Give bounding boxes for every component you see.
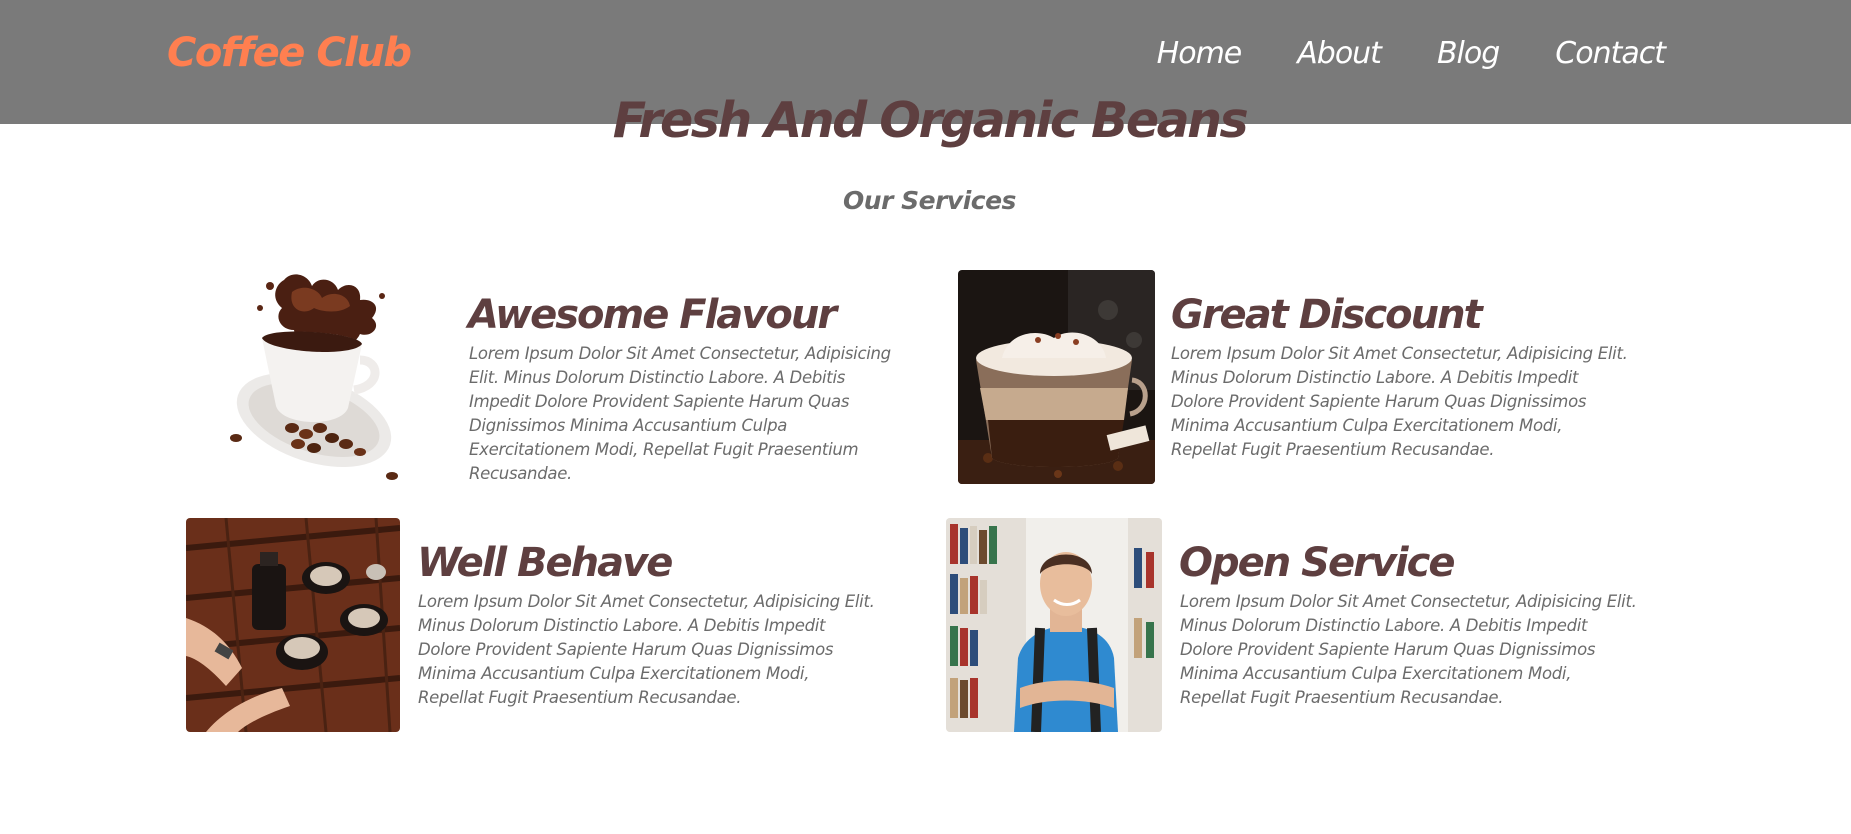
student-library-image: [946, 518, 1162, 732]
coffee-table-image: [186, 518, 400, 732]
nav-link-home[interactable]: Home: [1157, 36, 1243, 71]
card-title-well-behave: Well Behave: [417, 540, 673, 586]
card-text-great-discount: Lorem Ipsum Dolor Sit Amet Consectetur, …: [1171, 344, 1628, 459]
latte-glass-image: [958, 270, 1155, 484]
nav-link-about[interactable]: About: [1297, 36, 1382, 71]
card-title-open-service: Open Service: [1179, 540, 1455, 586]
card-text-well-behave: Lorem Ipsum Dolor Sit Amet Consectetur, …: [418, 592, 875, 707]
services-subtitle: Our Services: [843, 186, 1016, 215]
card-text-open-service: Lorem Ipsum Dolor Sit Amet Consectetur, …: [1180, 592, 1637, 707]
hero-title: Fresh And Organic Beans: [612, 92, 1249, 149]
nav-link-blog[interactable]: Blog: [1437, 36, 1500, 71]
card-text-awesome-flavour: Lorem Ipsum Dolor Sit Amet Consectetur, …: [469, 344, 891, 483]
coffee-splash-image: [222, 268, 412, 486]
nav-menu: Home About Blog Contact: [1157, 36, 1666, 71]
nav-link-contact[interactable]: Contact: [1555, 36, 1666, 71]
card-title-great-discount: Great Discount: [1171, 292, 1483, 338]
brand-logo[interactable]: Coffee Club: [167, 30, 412, 76]
card-title-awesome-flavour: Awesome Flavour: [468, 292, 837, 338]
